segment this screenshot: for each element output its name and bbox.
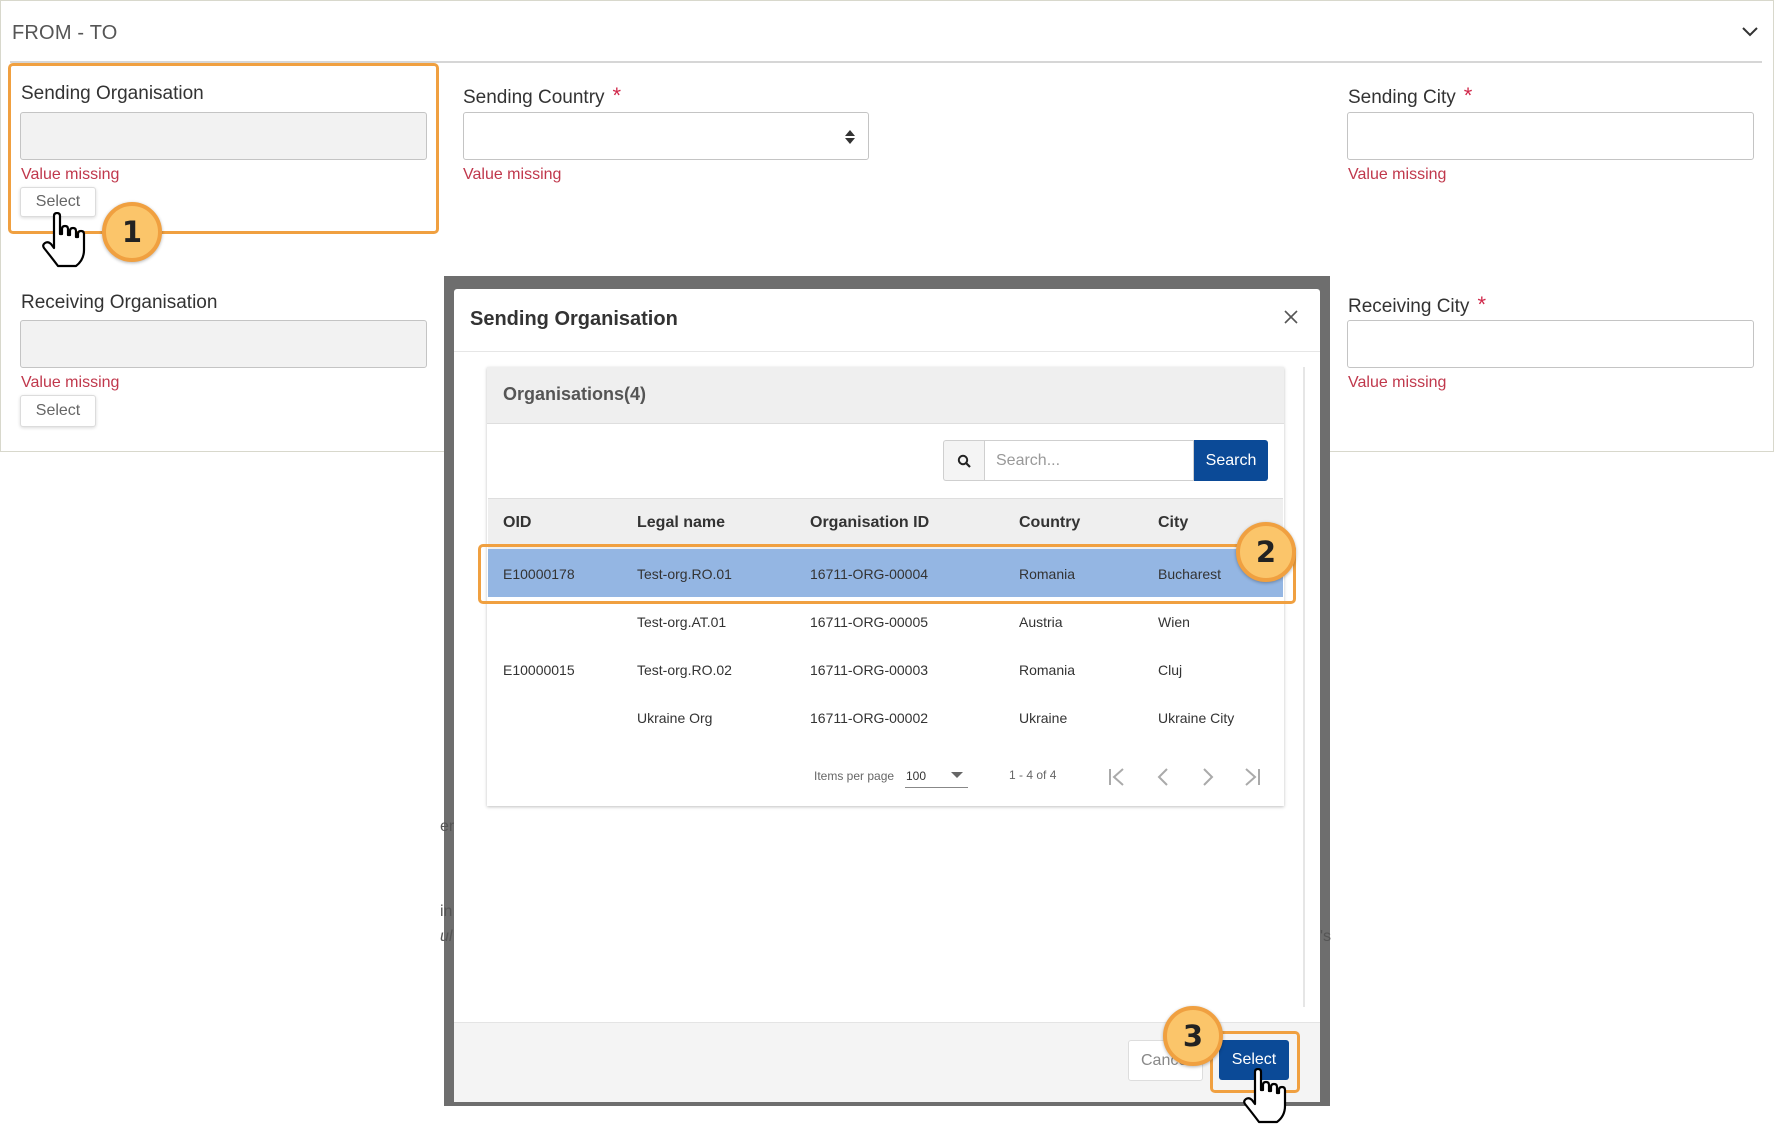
- hand-cursor-icon: [1243, 1068, 1287, 1124]
- step1-badge: 1: [102, 202, 162, 262]
- column-header-organisation-id[interactable]: Organisation ID: [810, 514, 929, 532]
- organisations-count-title: Organisations(4): [503, 384, 647, 404]
- cell-legal-name: Test-org.AT.01: [637, 614, 727, 630]
- sending-country-label-text: Sending Country: [463, 87, 605, 108]
- cell-country: Ukraine: [1019, 710, 1068, 726]
- page-range: 1 - 4 of 4: [1009, 768, 1057, 782]
- step1-highlight: [8, 63, 439, 234]
- dialog-divider: [454, 351, 1320, 352]
- required-marker: *: [612, 83, 622, 108]
- column-header-city[interactable]: City: [1158, 514, 1188, 532]
- sending-country-error: Value missing: [463, 166, 562, 183]
- sending-city-label-text: Sending City: [1348, 87, 1456, 108]
- sort-arrows-icon: [845, 130, 855, 144]
- step2-highlight: [478, 544, 1296, 604]
- cell-oid: E10000015: [503, 662, 575, 678]
- items-per-page-select[interactable]: 100: [906, 769, 926, 783]
- search-icon: [957, 454, 971, 468]
- background-text-fragment: ul: [440, 928, 453, 945]
- cell-country: Austria: [1019, 614, 1063, 630]
- receiving-city-label: Receiving City *: [1348, 292, 1486, 318]
- next-page-icon[interactable]: [1197, 766, 1219, 788]
- cell-legal-name: Ukraine Org: [637, 710, 713, 726]
- cell-city: Cluj: [1158, 662, 1183, 678]
- cell-city: Wien: [1158, 614, 1190, 630]
- required-marker: *: [1463, 83, 1473, 108]
- column-header-oid[interactable]: OID: [503, 514, 531, 532]
- column-header-country[interactable]: Country: [1019, 514, 1080, 532]
- receiving-organisation-error: Value missing: [21, 374, 120, 391]
- receiving-organisation-select-button[interactable]: Select: [20, 395, 96, 427]
- sending-country-label: Sending Country *: [463, 83, 621, 109]
- receiving-city-label-text: Receiving City: [1348, 296, 1470, 317]
- receiving-city-error: Value missing: [1348, 374, 1447, 391]
- sending-city-label: Sending City *: [1348, 83, 1472, 109]
- step2-badge: 2: [1236, 522, 1296, 582]
- cell-country: Romania: [1019, 662, 1076, 678]
- chevron-down-icon[interactable]: [1738, 20, 1762, 44]
- receiving-organisation-input[interactable]: [20, 320, 427, 368]
- search-button[interactable]: Search: [1194, 440, 1268, 481]
- background-text-fragment: in: [440, 903, 453, 920]
- items-per-page-underline: [905, 787, 968, 788]
- hand-cursor-icon: [42, 212, 86, 268]
- dialog-scrollbar[interactable]: [1303, 367, 1305, 1007]
- column-header-legal-name[interactable]: Legal name: [637, 514, 725, 532]
- background-text-fragment: er: [440, 818, 455, 835]
- cell-organisation-id: 16711-ORG-00005: [810, 614, 929, 630]
- dropdown-arrow-icon[interactable]: [950, 771, 964, 779]
- first-page-icon[interactable]: [1106, 766, 1128, 788]
- close-icon[interactable]: [1280, 306, 1302, 328]
- cell-organisation-id: 16711-ORG-00002: [810, 710, 929, 726]
- receiving-organisation-label: Receiving Organisation: [21, 292, 218, 313]
- step3-badge: 3: [1163, 1006, 1223, 1066]
- cell-legal-name: Test-org.RO.02: [637, 662, 732, 678]
- items-per-page-label: Items per page: [814, 769, 895, 783]
- sending-country-select[interactable]: [463, 112, 869, 160]
- sending-city-input[interactable]: [1347, 112, 1754, 160]
- sending-city-error: Value missing: [1348, 166, 1447, 183]
- last-page-icon[interactable]: [1241, 766, 1263, 788]
- cell-organisation-id: 16711-ORG-00003: [810, 662, 929, 678]
- search-input[interactable]: [984, 440, 1194, 481]
- cell-city: Ukraine City: [1158, 710, 1235, 726]
- panel-title: FROM - TO: [12, 22, 118, 44]
- dialog-title: Sending Organisation: [470, 308, 678, 330]
- required-marker: *: [1477, 292, 1486, 317]
- receiving-city-input[interactable]: [1347, 320, 1754, 368]
- prev-page-icon[interactable]: [1152, 766, 1174, 788]
- background-text-fragment: 's: [1320, 928, 1332, 945]
- search-icon-addon: [943, 440, 984, 481]
